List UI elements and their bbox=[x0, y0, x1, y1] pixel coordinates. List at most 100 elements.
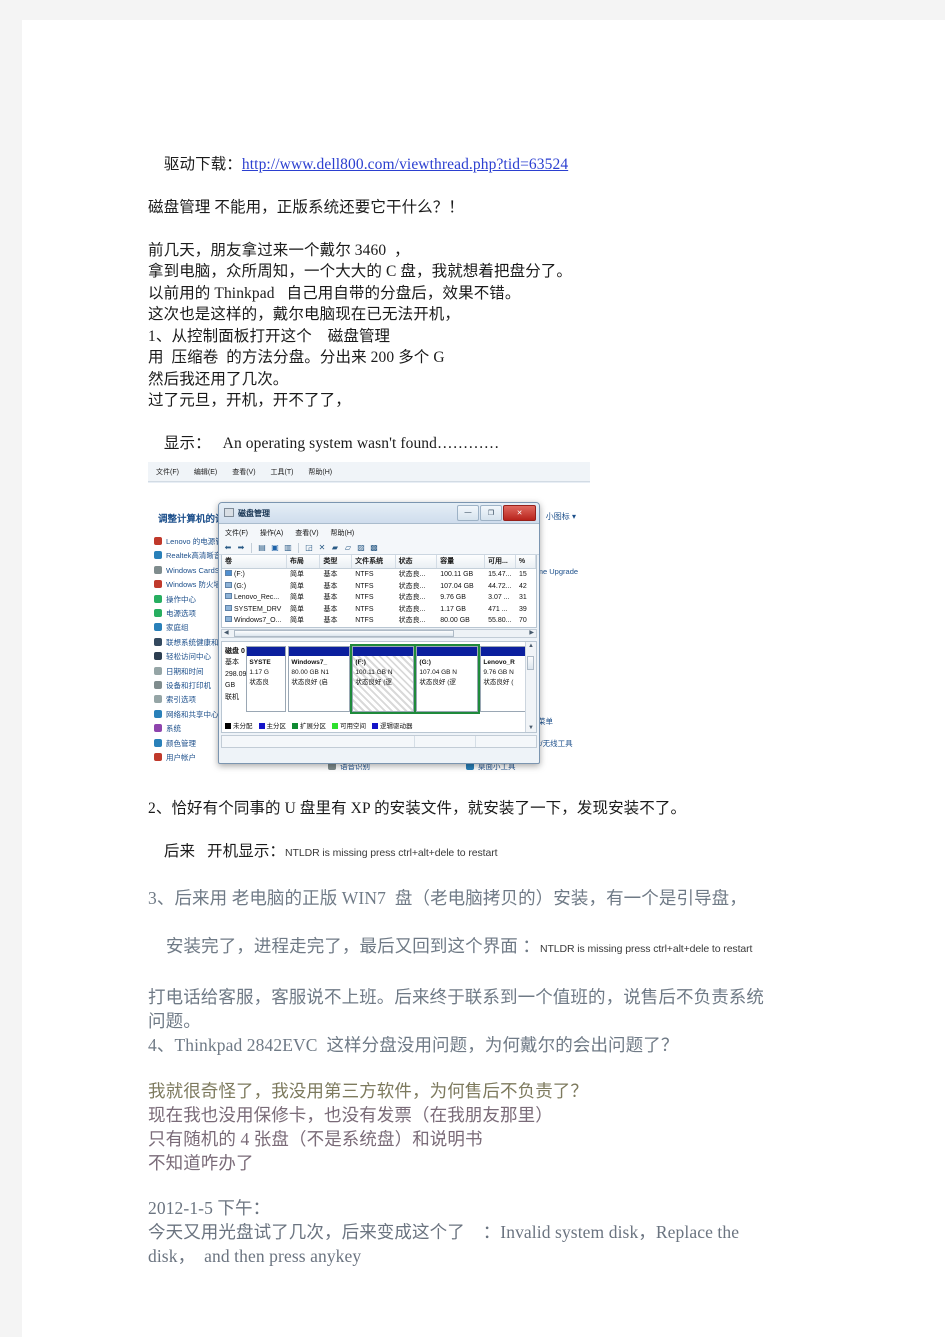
table-row[interactable]: SYSTEM_DRV 简单 基本 NTFS 状态良... 1.17 GB 471… bbox=[222, 604, 536, 616]
back-arrow-icon[interactable]: ⬅ bbox=[223, 543, 233, 553]
table-row[interactable]: Lenovo_Rec... 简单 基本 NTFS 状态良... 9.76 GB … bbox=[222, 592, 536, 604]
driver-download-link[interactable]: http://www.dell800.com/viewthread.php?ti… bbox=[242, 156, 568, 173]
disk-0-info: 磁盘 0 基本 298.09 GB 联机 bbox=[225, 646, 246, 712]
scroll-right-arrow-icon[interactable]: ▶ bbox=[529, 630, 534, 637]
dm-menu-help[interactable]: 帮助(H) bbox=[331, 530, 355, 537]
partition-f-drive[interactable]: (F:) 100.11 GB N 状态良好 (逻 bbox=[350, 643, 417, 714]
legend-unallocated: 未分配 bbox=[225, 720, 253, 730]
toolbar-separator-2 bbox=[298, 542, 299, 553]
statusbar-pane-2 bbox=[415, 735, 476, 747]
scroll-down-arrow-icon[interactable]: ▼ bbox=[528, 725, 534, 731]
cp-menu-tools[interactable]: 工具(T) bbox=[271, 469, 294, 476]
system-icon bbox=[154, 724, 162, 733]
cp-menu-view[interactable]: 查看(V) bbox=[232, 469, 255, 476]
close-button[interactable]: ✕ bbox=[503, 505, 536, 521]
control-panel-menubar[interactable]: 文件(F) 编辑(E) 查看(V) 工具(T) 帮助(H) bbox=[148, 462, 590, 482]
horizontal-scroll-thumb[interactable] bbox=[234, 629, 454, 637]
cp-menu-edit[interactable]: 编辑(E) bbox=[194, 469, 217, 476]
scroll-left-arrow-icon[interactable]: ◀ bbox=[224, 630, 229, 637]
cell-type: 基本 bbox=[323, 594, 338, 601]
partition-windows7[interactable]: Windows7_ 80.00 GB N1 状态良好 (启 bbox=[288, 645, 351, 712]
cell-type: 基本 bbox=[323, 605, 338, 613]
cp-item-label: 网络和共享中心 bbox=[166, 709, 219, 719]
volume-name: (G:) bbox=[234, 582, 247, 590]
cp-item-label: 系统 bbox=[166, 724, 181, 734]
dm-menu-view[interactable]: 查看(V) bbox=[295, 530, 318, 537]
table-row[interactable]: Windows7_O... 简单 基本 NTFS 状态良... 80.00 GB… bbox=[222, 615, 536, 627]
partition-system-drv[interactable]: SYSTE 1.17 G 状态良 bbox=[246, 645, 287, 712]
paragraph-shrink-volume: 用 压缩卷 的方法分盘。分出来 200 多个 G bbox=[148, 349, 445, 366]
action-center-icon bbox=[154, 594, 162, 603]
col-header-percent[interactable]: % bbox=[516, 555, 536, 568]
delete-icon[interactable]: ✕ bbox=[317, 543, 327, 553]
col-header-type[interactable]: 类型 bbox=[320, 555, 353, 568]
cell-layout: 简单 bbox=[289, 605, 304, 613]
col-header-capacity[interactable]: 容量 bbox=[437, 555, 486, 568]
cell-capacity: 107.04 GB bbox=[440, 582, 474, 590]
open-folder-icon[interactable]: ▱ bbox=[343, 543, 353, 553]
partition-body: Lenovo_R 9.76 GB N 状态良好 ( bbox=[481, 656, 529, 708]
disk-management-window[interactable]: 磁盘管理 — ❐ ✕ 文件(F) 操作(A) 查看(V) 帮助(H) ⬅ ➡ ▤… bbox=[218, 502, 540, 764]
window-controls[interactable]: — ❐ ✕ bbox=[456, 505, 536, 521]
partition-name: Windows7_ bbox=[291, 658, 328, 666]
disk-management-toolbar[interactable]: ⬅ ➡ ▤ ▣ ▥ ◲ ✕ ▰ ▱ ▨ ▩ bbox=[219, 539, 539, 555]
list-view-icon[interactable]: ▥ bbox=[283, 543, 293, 553]
paragraph-blank-1 bbox=[148, 218, 848, 240]
disk-graphical-view[interactable]: 磁盘 0 基本 298.09 GB 联机 SYSTE 1.17 G 状态良 Wi… bbox=[221, 640, 537, 733]
disk-view-vertical-scrollbar[interactable]: ▲ ▼ bbox=[525, 641, 536, 732]
partition-text: (G:) 107.04 GB N 状态良好 (逻 bbox=[417, 656, 477, 688]
forward-arrow-icon[interactable]: ➡ bbox=[236, 543, 246, 553]
folder-icon[interactable]: ▰ bbox=[330, 543, 340, 553]
scroll-up-arrow-icon[interactable]: ▲ bbox=[528, 643, 534, 649]
properties-icon[interactable]: ▣ bbox=[270, 543, 280, 553]
refresh-icon[interactable]: ◲ bbox=[304, 543, 314, 553]
dm-menu-action[interactable]: 操作(A) bbox=[260, 530, 283, 537]
cp-menu-file[interactable]: 文件(F) bbox=[156, 469, 179, 476]
disk-management-menubar[interactable]: 文件(F) 操作(A) 查看(V) 帮助(H) bbox=[219, 524, 539, 539]
cell-status: 状态良... bbox=[398, 605, 426, 613]
partition-status: 状态良好 (逻 bbox=[355, 678, 392, 686]
cell-free: 3.07 ... bbox=[488, 594, 510, 601]
disk-legend: 未分配 主分区 扩展分区 可用空间 逻辑驱动器 bbox=[225, 720, 413, 730]
partition-body: Windows7_ 80.00 GB N1 状态良好 (启 bbox=[289, 656, 349, 708]
driver-download-label: 驱动下载： bbox=[163, 155, 242, 173]
cell-layout: 简单 bbox=[289, 594, 304, 601]
paragraph-called-support: 打电话给客服，客服说不上班。后来终于联系到一个值班的，说售后不负责系统 bbox=[148, 987, 764, 1007]
col-header-status[interactable]: 状态 bbox=[396, 555, 438, 568]
volume-table[interactable]: 卷 布局 类型 文件系统 状态 容量 可用... % (F:) 简单 基本 NT… bbox=[221, 555, 537, 628]
partition-g-drive[interactable]: (G:) 107.04 GB N 状态良好 (逻 bbox=[414, 643, 481, 714]
cell-percent: 15 bbox=[518, 571, 527, 578]
dm-menu-file[interactable]: 文件(F) bbox=[225, 530, 248, 537]
up-level-icon[interactable]: ▤ bbox=[257, 543, 267, 553]
page-top-margin-band bbox=[0, 0, 945, 20]
cp-menu-help[interactable]: 帮助(H) bbox=[308, 469, 332, 476]
col-header-free[interactable]: 可用... bbox=[485, 555, 516, 568]
cell-type: 基本 bbox=[323, 617, 338, 624]
scan-disk-icon[interactable]: ▨ bbox=[356, 543, 366, 553]
table-row[interactable]: (F:) 简单 基本 NTFS 状态良... 100.11 GB 15.47..… bbox=[222, 569, 536, 581]
disk-management-titlebar[interactable]: 磁盘管理 — ❐ ✕ bbox=[219, 503, 539, 524]
partition-lenovo-recovery[interactable]: Lenovo_R 9.76 GB N 状态良好 ( bbox=[480, 645, 531, 712]
cp-item-label: 设备和打印机 bbox=[166, 681, 211, 691]
volume-table-horizontal-scrollbar[interactable]: ◀ ▶ bbox=[221, 628, 537, 638]
col-header-layout[interactable]: 布局 bbox=[287, 555, 321, 568]
table-row[interactable]: (G:) 简单 基本 NTFS 状态良... 107.04 GB 44.72..… bbox=[222, 581, 536, 593]
later-boot-label: 后来 开机显示： bbox=[163, 843, 286, 860]
paragraph-new-year-boot-fail: 过了元旦，开机，开不了了， bbox=[148, 392, 351, 409]
cell-volume: (F:) bbox=[222, 569, 287, 581]
minimize-button[interactable]: — bbox=[457, 505, 479, 521]
cp-item-label: 颜色管理 bbox=[166, 738, 196, 748]
cell-free: 44.72... bbox=[488, 582, 512, 590]
vertical-scroll-thumb[interactable] bbox=[527, 655, 534, 670]
col-header-volume[interactable]: 卷 bbox=[222, 555, 287, 568]
partition-status: 状态良好 (启 bbox=[291, 678, 328, 686]
paragraph-thinkpad-prev: 以前用的 Thinkpad 自己用自带的分盘后，效果不错。 bbox=[148, 284, 521, 302]
disk-0-size: 298.09 GB bbox=[225, 670, 247, 690]
paragraph-driver-download: 驱动下载：http://www.dell800.com/viewthread.p… bbox=[148, 132, 848, 197]
help-toolbar-icon[interactable]: ▩ bbox=[369, 543, 379, 553]
cp-item-label: 家庭组 bbox=[166, 623, 189, 633]
partition-color-band bbox=[417, 646, 478, 656]
maximize-button[interactable]: ❐ bbox=[480, 505, 502, 521]
view-mode-value[interactable]: 小图标 ▾ bbox=[546, 512, 576, 521]
col-header-filesystem[interactable]: 文件系统 bbox=[352, 555, 396, 568]
